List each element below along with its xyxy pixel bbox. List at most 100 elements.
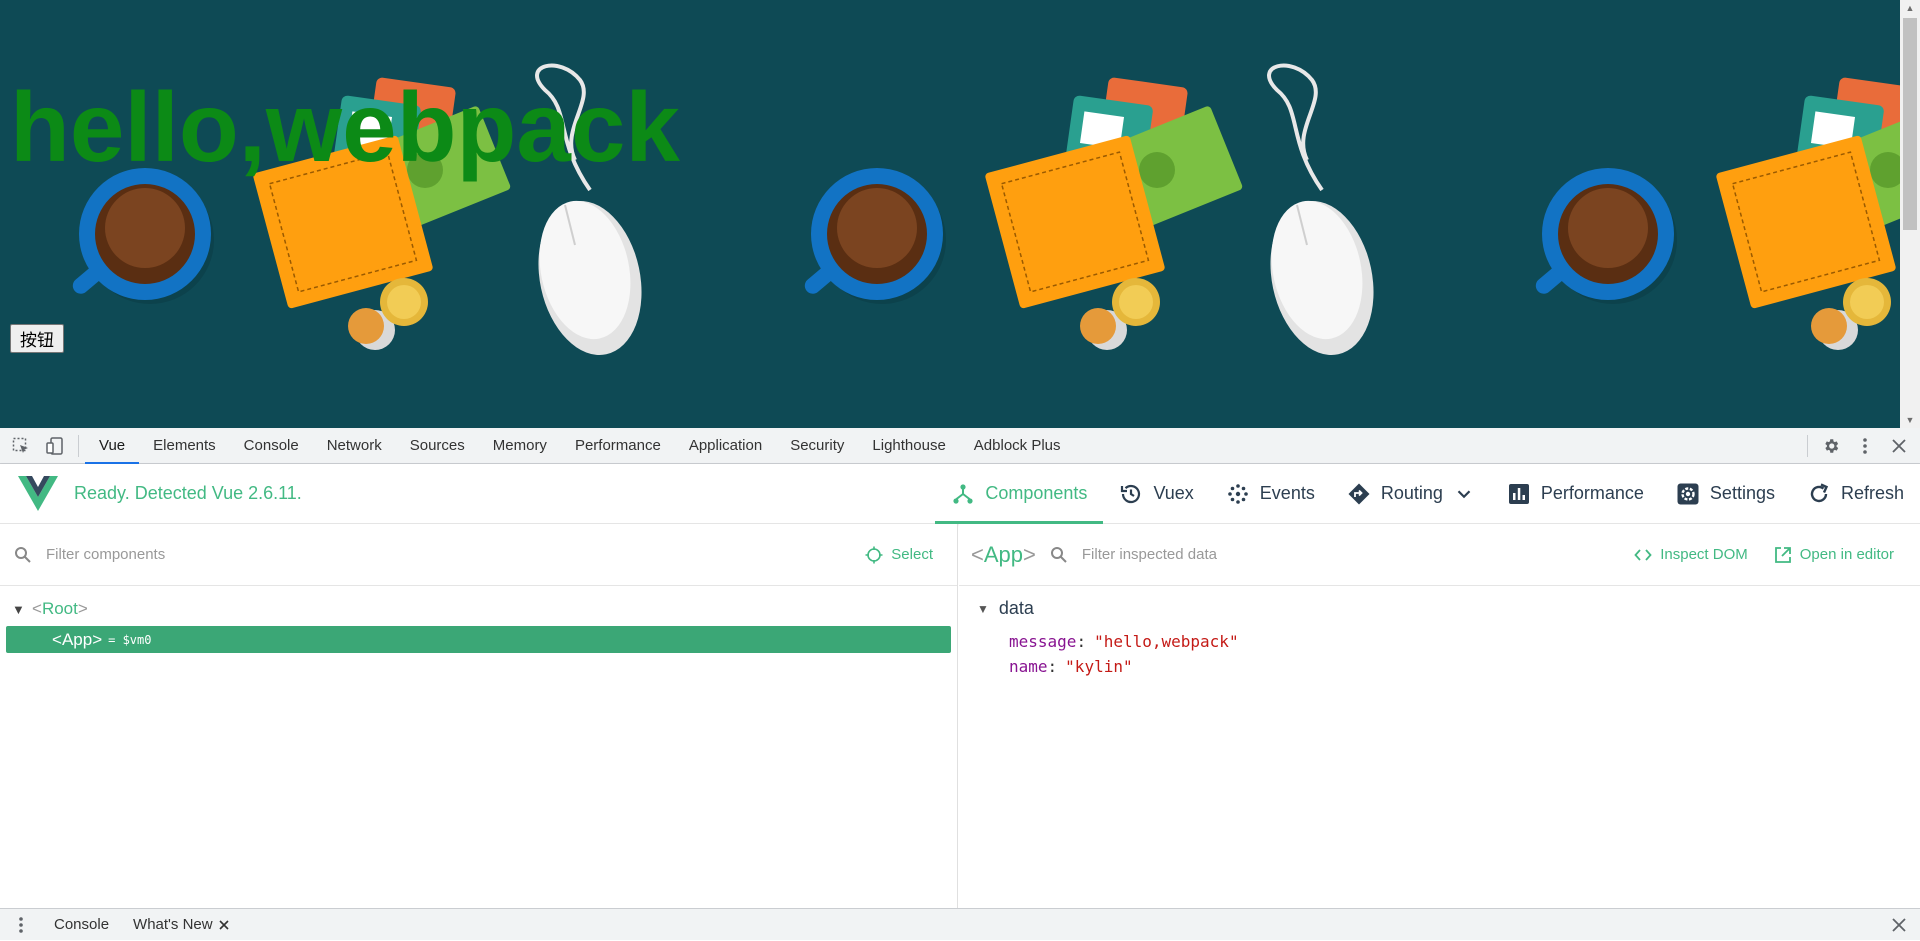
target-icon xyxy=(865,546,883,563)
nav-settings-label: Settings xyxy=(1709,483,1775,503)
nav-settings[interactable]: Settings xyxy=(1660,464,1791,524)
more-vertical-icon[interactable] xyxy=(1848,428,1882,464)
field-value: "hello,webpack" xyxy=(1094,632,1239,651)
tab-performance[interactable]: Performance xyxy=(561,428,675,464)
components-pane: Select ▼ <Root> <App> = $vm0 xyxy=(0,524,958,908)
drawer-tab-whats-new[interactable]: What's New xyxy=(121,916,241,933)
scrollbar-thumb[interactable] xyxy=(1903,18,1917,230)
history-icon xyxy=(1121,484,1141,503)
page-scrollbar[interactable]: ▲ ▼ xyxy=(1900,0,1920,428)
nav-refresh[interactable]: Refresh xyxy=(1791,464,1920,524)
components-icon xyxy=(953,483,973,504)
data-field-row[interactable]: name: "kylin" xyxy=(1009,654,1920,679)
filter-inspected-data-input[interactable] xyxy=(1081,546,1502,563)
scroll-up-arrow[interactable]: ▲ xyxy=(1900,0,1920,16)
nav-refresh-label: Refresh xyxy=(1840,483,1904,503)
vue-toolbar: Ready. Detected Vue 2.6.11. Components V… xyxy=(0,464,1920,524)
inspect-dom-button[interactable]: Inspect DOM xyxy=(1634,546,1748,564)
field-key: message xyxy=(1009,632,1077,651)
tab-elements[interactable]: Elements xyxy=(139,428,230,464)
select-component-button[interactable]: Select xyxy=(865,546,933,564)
directions-icon xyxy=(1348,483,1370,504)
code-icon xyxy=(1634,548,1652,561)
page-viewport: hello,webpack 按钮 ▲ ▼ xyxy=(0,0,1920,428)
close-icon[interactable] xyxy=(1882,428,1916,464)
section-title: data xyxy=(998,598,1034,618)
drawer-tab-label: Console xyxy=(54,916,110,933)
inspected-component-name: <App> xyxy=(971,541,1036,567)
field-key: name xyxy=(1009,657,1048,676)
tab-adblock-plus[interactable]: Adblock Plus xyxy=(960,428,1075,464)
data-section: ▼ data message: "hello,webpack" name: "kyl… xyxy=(959,586,1920,679)
app-name: App xyxy=(61,629,93,649)
tab-security[interactable]: Security xyxy=(776,428,858,464)
nav-components[interactable]: Components xyxy=(935,464,1104,524)
more-vertical-icon[interactable] xyxy=(0,909,42,941)
search-icon xyxy=(15,546,31,563)
tree-node-root[interactable]: ▼ < Root > xyxy=(0,596,957,622)
nav-components-label: Components xyxy=(985,483,1088,503)
data-section-toggle[interactable]: ▼ data xyxy=(977,598,1920,619)
nav-routing[interactable]: Routing xyxy=(1331,464,1491,524)
scroll-down-arrow[interactable]: ▼ xyxy=(1900,412,1920,428)
drawer-tab-console[interactable]: Console xyxy=(42,916,121,933)
tag-bracket: < xyxy=(32,599,42,618)
vue-nav: Components Vuex Events Routing Performan… xyxy=(935,464,1920,524)
tab-memory[interactable]: Memory xyxy=(479,428,561,464)
nav-performance[interactable]: Performance xyxy=(1491,464,1660,524)
select-label: Select xyxy=(891,546,933,563)
tab-lighthouse[interactable]: Lighthouse xyxy=(858,428,959,464)
inspector-header: <App> Inspect DOM Open in editor xyxy=(959,524,1920,586)
refresh-icon xyxy=(1810,482,1829,502)
tab-application[interactable]: Application xyxy=(675,428,776,464)
field-value: "kylin" xyxy=(1065,657,1133,676)
tab-console[interactable]: Console xyxy=(230,428,313,464)
tag-bracket: > xyxy=(77,599,88,618)
nav-performance-label: Performance xyxy=(1540,483,1644,503)
caret-down-icon[interactable]: ▼ xyxy=(12,602,32,617)
chevron-down-icon xyxy=(1457,489,1471,498)
open-in-editor-button[interactable]: Open in editor xyxy=(1774,546,1894,564)
open-external-icon xyxy=(1774,546,1791,563)
gear-icon[interactable] xyxy=(1814,428,1848,464)
nav-vuex-label: Vuex xyxy=(1153,483,1194,503)
devtools-drawer: Console What's New xyxy=(0,908,1920,940)
tab-sources[interactable]: Sources xyxy=(396,428,479,464)
tab-vue[interactable]: Vue xyxy=(85,428,140,464)
vue-status: Ready. Detected Vue 2.6.11. xyxy=(74,483,302,503)
nav-vuex[interactable]: Vuex xyxy=(1103,464,1209,524)
nav-events-label: Events xyxy=(1259,483,1315,503)
settings-icon xyxy=(1677,483,1699,504)
device-toolbar-icon[interactable] xyxy=(38,428,72,464)
page-heading: hello,webpack xyxy=(10,72,680,182)
root-name: Root xyxy=(41,599,78,618)
tag-bracket: > xyxy=(92,629,103,649)
search-icon xyxy=(1050,546,1067,563)
inspect-dom-label: Inspect DOM xyxy=(1660,546,1748,563)
divider xyxy=(78,434,79,457)
bar-chart-icon xyxy=(1508,483,1529,504)
inspect-element-icon[interactable] xyxy=(4,428,38,464)
data-field-row[interactable]: message: "hello,webpack" xyxy=(1009,629,1920,654)
devtools-tab-bar: Vue Elements Console Network Sources Mem… xyxy=(0,428,1920,464)
filter-components-input[interactable] xyxy=(46,546,546,563)
tab-network[interactable]: Network xyxy=(313,428,396,464)
devtools-actions xyxy=(1801,428,1920,464)
tag-bracket: < xyxy=(52,629,62,649)
close-icon[interactable] xyxy=(219,919,229,930)
vue-logo-icon xyxy=(18,475,58,511)
divider xyxy=(1807,434,1808,457)
close-drawer-icon[interactable] xyxy=(1882,909,1916,941)
data-fields: message: "hello,webpack" name: "kylin" xyxy=(977,629,1920,679)
background-illustration xyxy=(67,63,1900,367)
page-button[interactable]: 按钮 xyxy=(10,324,64,353)
components-filter-bar: Select xyxy=(0,524,957,586)
vm-reference: = $vm0 xyxy=(108,632,152,647)
events-icon xyxy=(1227,483,1248,504)
caret-down-icon[interactable]: ▼ xyxy=(977,602,989,616)
tree-node-app[interactable]: < App > = $vm0 xyxy=(6,626,951,653)
drawer-tab-label: What's New xyxy=(133,916,213,933)
nav-events[interactable]: Events xyxy=(1210,464,1331,524)
open-in-editor-label: Open in editor xyxy=(1799,546,1894,563)
nav-routing-label: Routing xyxy=(1380,483,1443,503)
